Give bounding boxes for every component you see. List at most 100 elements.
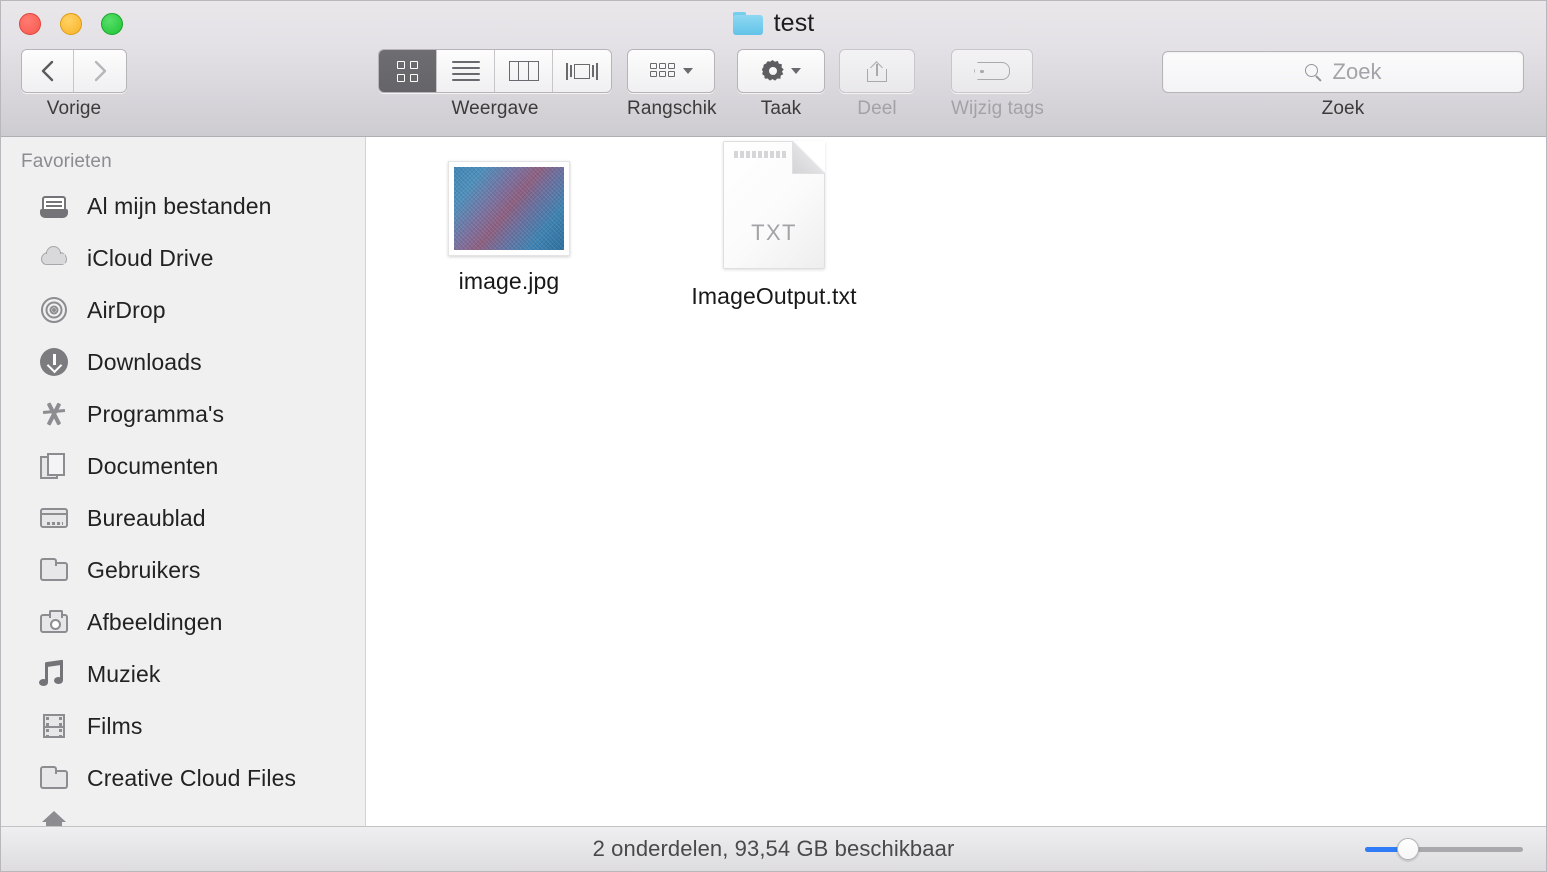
search-label: Zoek <box>1321 98 1365 119</box>
column-view-icon <box>508 61 539 81</box>
sidebar-item-label: Creative Cloud Files <box>87 764 297 791</box>
sidebar-item-downloads[interactable]: Downloads <box>1 336 365 388</box>
forward-button[interactable] <box>74 50 126 92</box>
sidebar-item-pictures[interactable]: Afbeeldingen <box>1 596 365 648</box>
icon-view-icon <box>397 60 418 82</box>
file-name-label: ImageOutput.txt <box>691 283 857 309</box>
finder-window: test Vorige Weergave Rangschik Taak Deel… <box>0 0 1547 872</box>
documents-icon <box>39 451 69 481</box>
film-strip-icon <box>39 711 69 741</box>
sidebar-item-label: AirDrop <box>87 296 166 323</box>
edit-tags-button[interactable] <box>951 49 1033 93</box>
list-view-button[interactable] <box>437 50 495 92</box>
status-bar: 2 onderdelen, 93,54 GB beschikbaar <box>1 826 1546 871</box>
action-group: Taak <box>737 49 825 120</box>
tag-icon <box>974 62 1010 80</box>
file-name-label: image.jpg <box>458 268 560 294</box>
window-title-text: test <box>773 9 815 37</box>
applications-icon <box>39 399 69 429</box>
sidebar-item-label: Afbeeldingen <box>87 608 223 635</box>
gear-icon <box>762 60 784 82</box>
icloud-drive-icon <box>39 243 69 273</box>
chevron-left-icon <box>41 60 53 82</box>
sidebar-item-applications[interactable]: Programma's <box>1 388 365 440</box>
action-menu-button[interactable] <box>737 49 825 93</box>
chevron-down-icon <box>790 68 801 74</box>
file-grid[interactable]: image.jpg TXT ImageOutput.txt <box>367 137 1546 827</box>
search-icon <box>1304 63 1322 82</box>
sidebar-item-movies[interactable]: Films <box>1 700 365 752</box>
share-group: Deel <box>839 49 915 120</box>
share-label: Deel <box>857 98 897 119</box>
chevron-down-icon <box>682 68 693 74</box>
sidebar-item-home[interactable] <box>1 804 365 827</box>
sidebar-item-label: iCloud Drive <box>87 244 214 271</box>
nav-segmented-control <box>21 49 127 93</box>
action-label: Taak <box>760 98 802 119</box>
sidebar-item-label: Muziek <box>87 660 161 687</box>
airdrop-icon <box>39 295 69 325</box>
nav-label: Vorige <box>46 98 102 119</box>
document-preview-lines <box>734 151 788 158</box>
column-view-button[interactable] <box>495 50 553 92</box>
sidebar[interactable]: Favorieten Al mijn bestanden iCloud Driv… <box>1 137 366 827</box>
sidebar-item-label: Downloads <box>87 348 202 375</box>
status-text: 2 onderdelen, 93,54 GB beschikbaar <box>592 836 955 861</box>
window-titlebar: test Vorige Weergave Rangschik Taak Deel… <box>1 1 1546 137</box>
desktop-icon <box>39 503 69 533</box>
sidebar-item-label: Films <box>87 712 143 739</box>
icon-view-button[interactable] <box>379 50 437 92</box>
downloads-icon <box>39 347 69 377</box>
page-fold-corner <box>792 141 825 174</box>
sidebar-item-airdrop[interactable]: AirDrop <box>1 284 365 336</box>
sidebar-item-label: Al mijn bestanden <box>87 192 272 219</box>
nav-group: Vorige <box>21 49 127 120</box>
chevron-right-icon <box>94 60 107 82</box>
sidebar-item-all-my-files[interactable]: Al mijn bestanden <box>1 180 365 232</box>
slider-knob[interactable] <box>1396 838 1419 860</box>
sidebar-item-users[interactable]: Gebruikers <box>1 544 365 596</box>
file-item-imageoutput-txt[interactable]: TXT ImageOutput.txt <box>674 141 874 310</box>
pictures-camera-icon <box>39 607 69 637</box>
share-icon <box>867 60 887 82</box>
sidebar-section-header: Favorieten <box>21 151 112 172</box>
all-my-files-icon <box>39 191 69 221</box>
view-group: Weergave <box>378 49 612 120</box>
sidebar-item-label: Gebruikers <box>87 556 201 583</box>
folder-icon <box>39 763 69 793</box>
arrange-group: Rangschik <box>627 49 717 120</box>
text-document-icon: TXT <box>723 141 825 269</box>
file-extension-label: TXT <box>751 220 797 245</box>
search-group: Zoek Zoek <box>1162 51 1524 120</box>
coverflow-view-icon <box>566 62 598 80</box>
view-segmented-control <box>378 49 612 93</box>
sidebar-item-creative-cloud-files[interactable]: Creative Cloud Files <box>1 752 365 804</box>
arrange-button[interactable] <box>627 49 715 93</box>
tags-label: Wijzig tags <box>951 98 1044 119</box>
home-icon <box>39 804 69 827</box>
sidebar-item-documents[interactable]: Documenten <box>1 440 365 492</box>
folder-icon <box>39 555 69 585</box>
sidebar-item-label: Bureaublad <box>87 504 206 531</box>
arrange-label: Rangschik <box>627 98 717 119</box>
list-view-icon <box>451 61 480 81</box>
back-button[interactable] <box>22 50 74 92</box>
music-note-icon <box>39 659 69 689</box>
file-item-image-jpg[interactable]: image.jpg <box>409 161 609 295</box>
share-button[interactable] <box>839 49 915 93</box>
coverflow-view-button[interactable] <box>553 50 611 92</box>
sidebar-item-icloud-drive[interactable]: iCloud Drive <box>1 232 365 284</box>
sidebar-item-label: Documenten <box>87 452 219 479</box>
arrange-grid-icon <box>649 63 676 79</box>
sidebar-item-music[interactable]: Muziek <box>1 648 365 700</box>
tags-group: Wijzig tags <box>951 49 1044 120</box>
folder-icon <box>732 12 763 35</box>
image-thumbnail <box>448 161 570 256</box>
search-input[interactable]: Zoek <box>1162 51 1524 93</box>
search-placeholder: Zoek <box>1332 59 1382 84</box>
icon-size-slider[interactable] <box>1365 838 1523 860</box>
window-title: test <box>1 9 1546 38</box>
sidebar-item-desktop[interactable]: Bureaublad <box>1 492 365 544</box>
sidebar-item-label: Programma's <box>87 400 225 427</box>
view-label: Weergave <box>451 98 539 119</box>
